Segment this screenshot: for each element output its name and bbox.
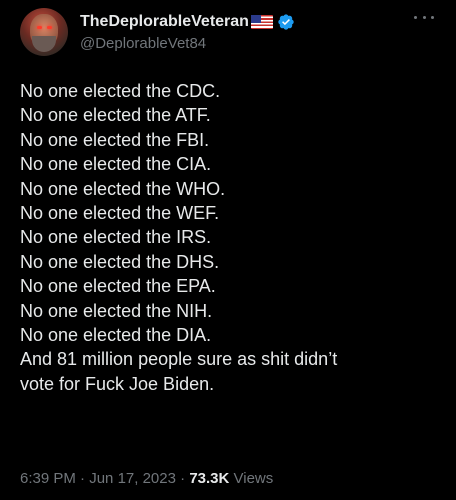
avatar-eye-right bbox=[47, 26, 52, 29]
us-flag-icon bbox=[250, 15, 273, 29]
tweet-line: And 81 million people sure as shit didn’… bbox=[20, 349, 338, 370]
tweet-time[interactable]: 6:39 PM bbox=[20, 470, 76, 487]
tweet-line: No one elected the CIA. bbox=[20, 154, 212, 175]
author-handle[interactable]: @DeplorableVet84 bbox=[80, 35, 206, 52]
tweet[interactable]: TheDeplorableVeteran @DeplorableVet84 No… bbox=[0, 0, 456, 500]
tweet-line: No one elected the DIA. bbox=[20, 325, 212, 346]
meta-separator: · bbox=[75, 470, 90, 487]
tweet-line: vote for Fuck Joe Biden. bbox=[20, 373, 215, 394]
views-label: Views bbox=[229, 470, 274, 487]
tweet-date[interactable]: Jun 17, 2023 bbox=[89, 470, 176, 487]
tweet-line: No one elected the ATF. bbox=[20, 105, 211, 126]
tweet-line: No one elected the EPA. bbox=[20, 276, 216, 297]
tweet-line: No one elected the FBI. bbox=[20, 129, 210, 150]
tweet-line: No one elected the WHO. bbox=[20, 178, 226, 199]
tweet-line: No one elected the WEF. bbox=[20, 203, 220, 224]
tweet-line: No one elected the NIH. bbox=[20, 300, 213, 321]
avatar[interactable] bbox=[20, 8, 68, 56]
tweet-meta: 6:39 PM · Jun 17, 2023 · 73.3K Views bbox=[20, 470, 273, 487]
avatar-beard bbox=[32, 36, 56, 52]
author-display-name[interactable]: TheDeplorableVeteran bbox=[80, 13, 249, 31]
tweet-line: No one elected the DHS. bbox=[20, 251, 220, 272]
views-count[interactable]: 73.3K bbox=[189, 470, 229, 487]
verified-badge-icon[interactable] bbox=[277, 13, 295, 31]
author-name-row[interactable]: TheDeplorableVeteran bbox=[80, 12, 295, 32]
tweet-text: No one elected the CDC. No one elected t… bbox=[20, 79, 440, 396]
avatar-eye-left bbox=[37, 26, 42, 29]
more-options-icon[interactable] bbox=[414, 10, 434, 24]
tweet-line: No one elected the IRS. bbox=[20, 227, 212, 248]
tweet-line: No one elected the CDC. bbox=[20, 81, 221, 101]
meta-separator: · bbox=[175, 470, 190, 487]
